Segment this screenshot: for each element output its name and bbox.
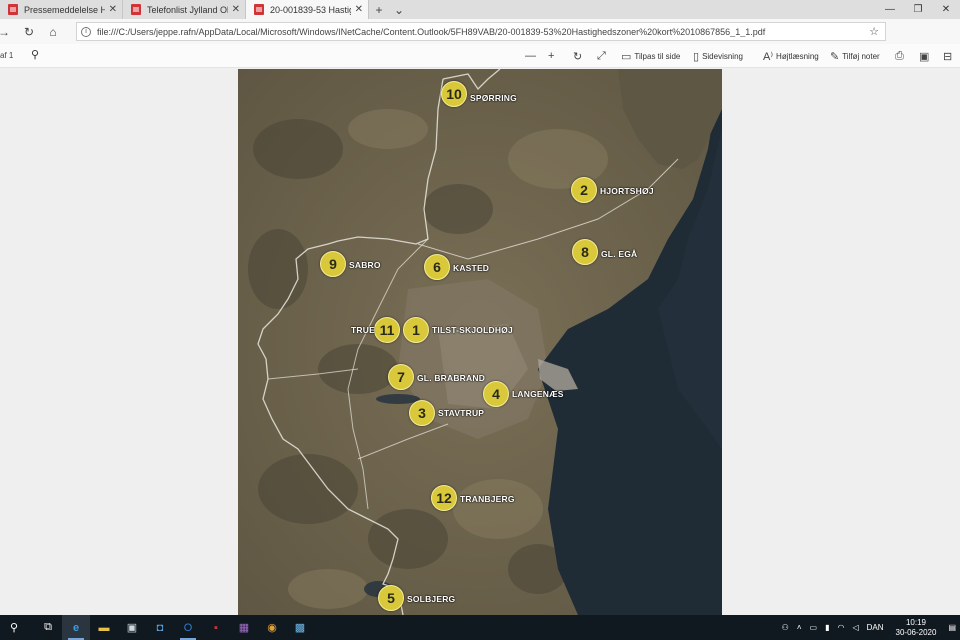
tab-title: 20-001839-53 Hastighe [270, 4, 351, 15]
zone-marker-11: 11 [374, 317, 400, 343]
pdf-toolbar: af 1 ⚲ — + ↻ ⤢ ▭ Tilpas til side ▯ Sidev… [0, 44, 960, 68]
place-label-sabro: SABRO [349, 260, 381, 270]
fit-page-button[interactable]: ▭ Tilpas til side [621, 48, 680, 64]
app-red-icon[interactable]: ▪ [202, 615, 230, 640]
notifications-icon[interactable]: ▤ [944, 623, 960, 632]
place-label-true: TRUE [351, 325, 375, 335]
tab-pressemeddelelse[interactable]: Pressemeddelelse Husly_ ju ✕ [0, 0, 123, 19]
print-icon[interactable]: ⎙ [895, 48, 907, 64]
info-icon[interactable]: i [81, 26, 91, 37]
zone-marker-5: 5 [378, 585, 404, 611]
fit-page-icon: ▭ [621, 50, 632, 63]
place-label-spoerring: SPØRRING [470, 93, 517, 103]
task-view-icon[interactable]: ⧉ [34, 615, 62, 640]
store-icon[interactable]: ▣ [118, 615, 146, 640]
map-background [238, 69, 722, 615]
network-icon[interactable]: ▭ [806, 623, 822, 632]
volume-icon[interactable]: ◁ [848, 623, 862, 632]
wifi-icon[interactable]: ◠ [833, 623, 848, 632]
place-label-stavtrup: STAVTRUP [438, 408, 485, 418]
close-icon[interactable]: ✕ [232, 4, 240, 15]
zone-marker-1: 1 [403, 317, 429, 343]
pdf-icon [254, 4, 264, 15]
home-icon[interactable]: ⌂ [41, 19, 65, 44]
page-view-button[interactable]: ▯ Sidevisning [693, 48, 743, 64]
close-icon[interactable]: ✕ [109, 4, 117, 15]
zone-marker-8: 8 [572, 239, 598, 265]
clock[interactable]: 10:19 30-06-2020 [888, 618, 945, 638]
favorite-star-icon[interactable]: ☆ [869, 25, 879, 38]
rotate-icon[interactable]: ↻ [573, 48, 585, 64]
place-label-solbjerg: SOLBJERG [407, 594, 456, 604]
close-window-icon[interactable]: ✕ [932, 0, 960, 19]
language-indicator[interactable]: DAN [863, 623, 888, 632]
zone-marker-10: 10 [441, 81, 467, 107]
clock-time: 10:19 [905, 617, 926, 627]
read-aloud-button[interactable]: A⁾ Højtlæsning [763, 48, 819, 64]
zone-marker-3: 3 [409, 400, 435, 426]
forward-arrow-icon[interactable]: → [0, 19, 16, 44]
read-aloud-icon: A⁾ [763, 50, 774, 63]
zone-marker-12: 12 [431, 485, 457, 511]
place-label-hjortshoj: HJORTSHØJ [600, 186, 654, 196]
show-hidden-icons-chevron-icon[interactable]: ˄ [793, 623, 806, 632]
zoom-out-minus-icon[interactable]: — [525, 48, 539, 64]
place-label-langenaes: LANGENÆS [512, 389, 564, 399]
zoom-in-plus-icon[interactable]: + [548, 48, 557, 64]
chrome-icon[interactable]: ◉ [258, 615, 286, 640]
pdf-icon [131, 4, 141, 15]
clock-date: 30-06-2020 [895, 627, 937, 637]
add-notes-button[interactable]: ✎ Tilføj noter [830, 48, 880, 64]
pdf-viewer[interactable]: 10 SPØRRING 2 HJORTSHØJ 8 GL. EGÅ 9 SABR… [0, 69, 960, 615]
page-view-label: Sidevisning [702, 51, 743, 61]
app-icon[interactable]: ◘ [146, 615, 174, 640]
people-icon[interactable]: ⚇ [778, 623, 793, 632]
tab-strip: Pressemeddelelse Husly_ ju ✕ Telefonlist… [0, 0, 960, 19]
fit-page-label: Tilpas til side [634, 51, 681, 61]
save-icon[interactable]: ▣ [919, 48, 932, 64]
zone-marker-9: 9 [320, 251, 346, 277]
page-view-icon: ▯ [693, 50, 700, 63]
battery-icon[interactable]: ▮ [821, 623, 833, 632]
tab-list-chevron-down-icon[interactable]: ⌄ [389, 0, 409, 19]
system-tray: ⚇ ˄ ▭ ▮ ◠ ◁ DAN 10:19 30-06-2020 ▤ [778, 615, 960, 640]
address-bar: → ↻ ⌂ i ☆ ✩ ✎ ⇪ ⋯ [0, 19, 960, 57]
tab-telefonlist[interactable]: Telefonlist Jylland Oktober 2 ✕ [123, 0, 246, 19]
zone-marker-7: 7 [388, 364, 414, 390]
tab-hastighedszoner[interactable]: 20-001839-53 Hastighe ✕ [246, 0, 369, 19]
add-notes-label: Tilføj noter [842, 51, 880, 61]
place-label-gl-brabrand: GL. BRABRAND [417, 373, 486, 383]
url-input[interactable] [97, 26, 857, 37]
place-label-kasted: KASTED [453, 263, 490, 273]
place-label-tilst-skjoldhoj: TILST-SKJOLDHØJ [432, 325, 513, 335]
app-purple-icon[interactable]: ▦ [230, 615, 258, 640]
new-tab-plus-icon[interactable]: + [369, 0, 389, 19]
refresh-icon[interactable]: ↻ [17, 19, 41, 44]
outlook-icon[interactable]: O [174, 615, 202, 640]
app-blue-icon[interactable]: ▩ [286, 615, 314, 640]
fullscreen-icon[interactable]: ⤢ [597, 48, 609, 64]
tab-title: Telefonlist Jylland Oktober 2 [147, 4, 228, 15]
edge-browser-icon[interactable]: e [62, 615, 90, 640]
pdf-icon [8, 4, 18, 15]
page-count: af 1 [0, 51, 14, 60]
place-label-gl-ega: GL. EGÅ [601, 249, 638, 259]
pin-toolbar-icon[interactable]: ⊟ [943, 48, 955, 64]
file-explorer-icon[interactable]: ▬ [90, 615, 118, 640]
search-icon[interactable]: ⚲ [31, 48, 39, 61]
start-search-icon[interactable]: ⚲ [0, 615, 28, 640]
read-aloud-label: Højtlæsning [776, 51, 819, 61]
tab-title: Pressemeddelelse Husly_ ju [24, 4, 105, 15]
zone-marker-4: 4 [483, 381, 509, 407]
map-page: 10 SPØRRING 2 HJORTSHØJ 8 GL. EGÅ 9 SABR… [238, 69, 722, 615]
zone-marker-2: 2 [571, 177, 597, 203]
pen-notes-icon: ✎ [830, 50, 840, 63]
close-icon[interactable]: ✕ [355, 4, 363, 15]
maximize-icon[interactable]: ❐ [904, 0, 932, 19]
zone-marker-6: 6 [424, 254, 450, 280]
url-field[interactable]: i ☆ [76, 22, 886, 41]
window-controls: — ❐ ✕ [876, 0, 960, 19]
minimize-icon[interactable]: — [876, 0, 904, 19]
place-label-tranbjerg: TRANBJERG [460, 494, 515, 504]
